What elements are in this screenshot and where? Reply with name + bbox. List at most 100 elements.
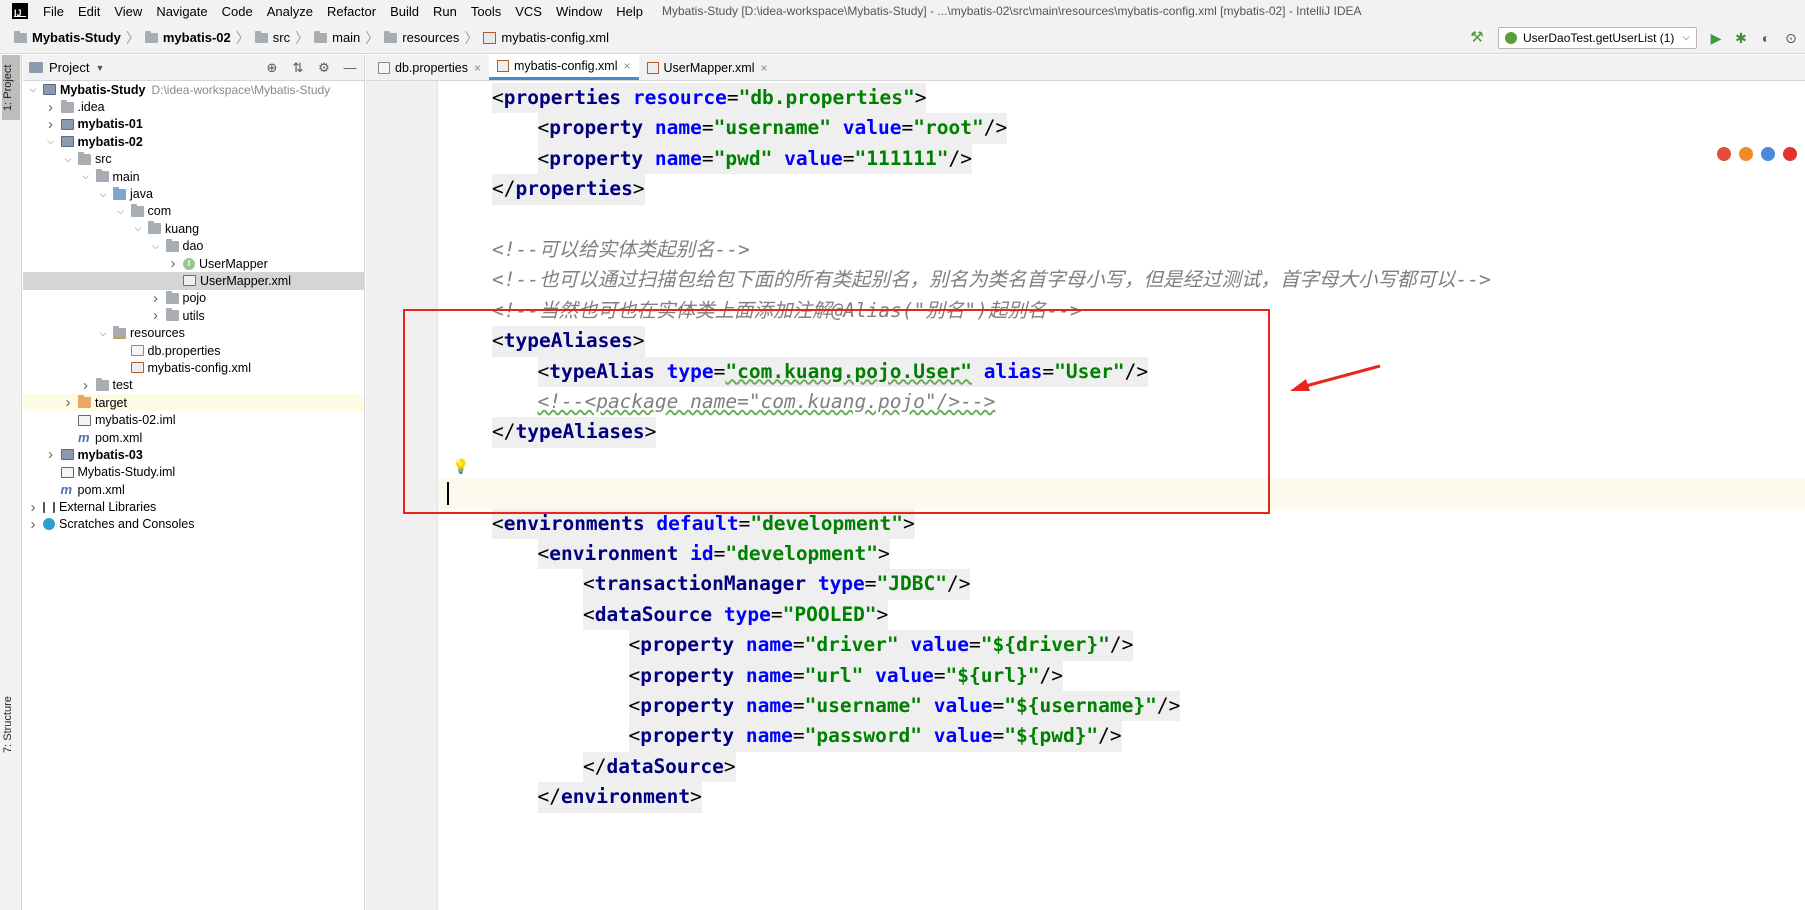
coverage-icon[interactable]: ◐ xyxy=(1755,27,1777,49)
chevron-down-icon[interactable]: ▼ xyxy=(95,63,104,73)
code-line[interactable]: 9<properties resource="db.properties"> xyxy=(438,83,1805,114)
expand-arrow-icon[interactable]: ⌵ xyxy=(132,223,144,234)
code-line[interactable]: 28<property name="url" value="${url}"/> xyxy=(438,660,1805,691)
menu-tools[interactable]: Tools xyxy=(464,4,508,19)
collapse-arrow-icon[interactable]: › xyxy=(150,307,162,324)
tree-node[interactable]: ⌵ resources xyxy=(23,324,364,341)
menu-navigate[interactable]: Navigate xyxy=(149,4,214,19)
expand-arrow-icon[interactable]: ⌵ xyxy=(115,206,127,217)
breadcrumb-item[interactable]: main xyxy=(310,30,364,45)
expand-arrow-icon[interactable]: ⌵ xyxy=(27,84,39,95)
menu-vcs[interactable]: VCS xyxy=(508,4,549,19)
menu-edit[interactable]: Edit xyxy=(71,4,107,19)
expand-arrow-icon[interactable]: ⌵ xyxy=(80,171,92,182)
tree-node[interactable]: › mybatis-03 xyxy=(23,446,364,463)
code-line[interactable]: 30<property name="password" value="${pwd… xyxy=(438,721,1805,752)
tree-node[interactable]: › .idea xyxy=(23,98,364,116)
code-line[interactable]: 10<property name="username" value="root"… xyxy=(438,113,1805,144)
tree-node[interactable]: mybatis-config.xml xyxy=(23,359,364,376)
collapse-all-icon[interactable]: ⇅ xyxy=(288,58,308,78)
tree-node[interactable]: › mybatis-01 xyxy=(23,116,364,133)
code-line[interactable]: 24<environment id="development"> xyxy=(438,539,1805,570)
chrome-icon[interactable] xyxy=(1717,147,1731,161)
breadcrumb-item[interactable]: resources xyxy=(380,30,463,45)
firefox-icon[interactable] xyxy=(1739,147,1753,161)
code-line[interactable]: 14<!--可以给实体类起别名--> xyxy=(438,235,1805,265)
tree-node[interactable]: › utils xyxy=(23,307,364,324)
tree-node[interactable]: › I UserMapper xyxy=(23,255,364,272)
collapse-arrow-icon[interactable]: › xyxy=(80,377,92,394)
collapse-arrow-icon[interactable]: › xyxy=(45,446,57,463)
editor-tab[interactable]: UserMapper.xml × xyxy=(639,55,776,80)
code-line[interactable]: 25<transactionManager type="JDBC"/> xyxy=(438,569,1805,600)
tree-node[interactable]: ⌵ com xyxy=(23,203,364,220)
code-line[interactable]: 22 xyxy=(438,478,1805,509)
tree-node[interactable]: ⌵ mybatis-02 xyxy=(23,133,364,150)
debug-icon[interactable]: ✱ xyxy=(1730,27,1752,49)
profiler-icon[interactable]: ⊙ xyxy=(1780,27,1802,49)
tree-node[interactable]: › External Libraries xyxy=(23,498,364,516)
breadcrumb-item[interactable]: Mybatis-Study xyxy=(10,30,125,45)
menu-code[interactable]: Code xyxy=(215,4,260,19)
project-tool-tab[interactable]: 1: Project xyxy=(2,55,20,120)
code-line[interactable]: 21💡 xyxy=(438,448,1805,478)
tree-node[interactable]: ⌵ main xyxy=(23,168,364,185)
tree-node[interactable]: ⌵ src xyxy=(23,151,364,168)
code-area[interactable]: 9<properties resource="db.properties">10… xyxy=(438,81,1805,910)
close-icon[interactable]: × xyxy=(474,61,481,75)
expand-arrow-icon[interactable]: ⌵ xyxy=(150,241,162,252)
collapse-arrow-icon[interactable]: › xyxy=(27,516,39,533)
tree-node[interactable]: m pom.xml xyxy=(23,429,364,446)
code-line[interactable]: 18<typeAlias type="com.kuang.pojo.User" … xyxy=(438,356,1805,387)
code-line[interactable]: 26<dataSource type="POOLED"> xyxy=(438,599,1805,631)
tree-node[interactable]: ⌵ kuang xyxy=(23,220,364,237)
collapse-arrow-icon[interactable]: › xyxy=(45,99,57,116)
collapse-arrow-icon[interactable]: › xyxy=(27,499,39,516)
editor-tab[interactable]: mybatis-config.xml × xyxy=(488,54,639,80)
code-line[interactable]: 12</properties> xyxy=(438,174,1805,205)
gear-icon[interactable]: ⚙ xyxy=(314,58,334,78)
tree-node[interactable]: › target xyxy=(23,394,364,412)
menu-run[interactable]: Run xyxy=(426,4,464,19)
menu-help[interactable]: Help xyxy=(609,4,650,19)
tree-node[interactable]: UserMapper.xml xyxy=(23,272,364,290)
menu-refactor[interactable]: Refactor xyxy=(320,4,383,19)
breadcrumb-item[interactable]: mybatis-02 xyxy=(141,30,235,45)
tree-node[interactable]: Mybatis-Study.iml xyxy=(23,464,364,481)
close-icon[interactable]: × xyxy=(623,59,630,73)
breadcrumb-item[interactable]: mybatis-config.xml xyxy=(479,30,613,45)
build-hammer-icon[interactable]: ⚒ xyxy=(1468,29,1486,47)
tree-node[interactable]: ⌵ java xyxy=(23,185,364,202)
expand-arrow-icon[interactable]: ⌵ xyxy=(62,154,74,165)
tree-node[interactable]: › pojo xyxy=(23,290,364,307)
structure-tool-tab[interactable]: 7: Structure xyxy=(2,685,20,765)
code-line[interactable]: 16<!--当然也可也在实体类上面添加注解@Alias("别名")起别名--> xyxy=(438,296,1805,326)
locate-file-icon[interactable]: ⊕ xyxy=(262,58,282,78)
tree-node[interactable]: › test xyxy=(23,377,364,394)
code-line[interactable]: 19<!--<package name="com.kuang.pojo"/>--… xyxy=(438,387,1805,417)
code-line[interactable]: 29<property name="username" value="${use… xyxy=(438,691,1805,722)
code-line[interactable]: 27<property name="driver" value="${drive… xyxy=(438,630,1805,661)
code-line[interactable]: 17<typeAliases> xyxy=(438,326,1805,357)
tree-node[interactable]: ⌵ dao xyxy=(23,238,364,255)
project-panel-title[interactable]: Project xyxy=(49,60,89,75)
tree-node[interactable]: ⌵ Mybatis-Study D:\idea-workspace\Mybatis-… xyxy=(23,81,364,98)
breadcrumb-item[interactable]: src xyxy=(251,30,294,45)
menu-analyze[interactable]: Analyze xyxy=(260,4,320,19)
close-icon[interactable]: × xyxy=(761,61,768,75)
code-line[interactable]: 32</environment> xyxy=(438,782,1805,813)
run-icon[interactable]: ▶ xyxy=(1705,27,1727,49)
code-line[interactable]: 15<!--也可以通过扫描包给包下面的所有类起别名，别名为类名首字母小写，但是经… xyxy=(438,265,1805,295)
hide-panel-icon[interactable]: — xyxy=(340,58,360,78)
code-line[interactable]: 31</dataSource> xyxy=(438,751,1805,783)
tree-node[interactable]: m pom.xml xyxy=(23,481,364,498)
tree-node[interactable]: › Scratches and Consoles xyxy=(23,516,364,533)
expand-arrow-icon[interactable]: ⌵ xyxy=(45,136,57,147)
editor-tab[interactable]: db.properties × xyxy=(370,55,489,80)
run-configuration-dropdown[interactable]: UserDaoTest.getUserList (1) ⌵ xyxy=(1498,26,1697,49)
tree-node[interactable]: db.properties xyxy=(23,342,364,359)
code-line[interactable]: 11<property name="pwd" value="111111"/> xyxy=(438,143,1805,175)
collapse-arrow-icon[interactable]: › xyxy=(167,255,179,272)
expand-arrow-icon[interactable]: ⌵ xyxy=(97,189,109,200)
menu-view[interactable]: View xyxy=(107,4,149,19)
